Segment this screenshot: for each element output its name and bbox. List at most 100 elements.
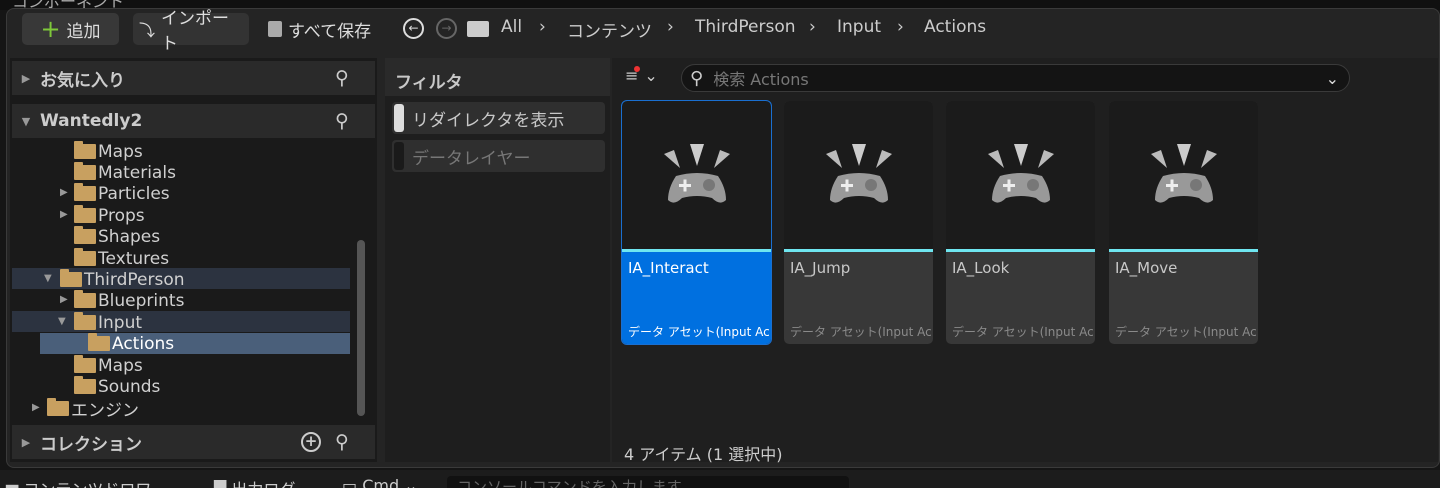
folder-icon (74, 183, 96, 201)
tree-item-engine[interactable]: エンジン (47, 398, 139, 421)
import-button[interactable]: ⤵ インポート (133, 9, 249, 54)
add-button[interactable]: + 追加 (22, 13, 119, 45)
expand-arrow-icon[interactable]: ▶ (12, 436, 40, 449)
tree-item-props[interactable]: Props (74, 205, 145, 226)
folder-open-icon (60, 269, 82, 287)
gamepad-icon (622, 101, 771, 249)
save-all-button[interactable]: すべて保存 (262, 13, 377, 45)
chevron-right-icon[interactable]: › (667, 17, 674, 37)
favorites-header[interactable]: ▶ お気に入り ⚲ (12, 61, 375, 95)
filter-label: データレイヤー (412, 148, 531, 169)
asset-name: IA_Move (1115, 259, 1178, 277)
tree-item-sounds[interactable]: Sounds (74, 376, 160, 397)
search-icon[interactable]: ⚲ (335, 110, 349, 132)
search-icon: ⚲ (690, 67, 704, 89)
console-input[interactable]: コンソールコマンドを入力します (447, 476, 849, 488)
asset-tile[interactable]: IA_Interact データ アセット(Input Ac... (621, 100, 772, 345)
tree-item-materials[interactable]: Materials (74, 162, 176, 183)
breadcrumb-all[interactable]: All (501, 17, 522, 37)
tree-item-input[interactable]: Input (74, 312, 142, 333)
search-icon[interactable]: ⚲ (335, 67, 349, 89)
expand-arrow-icon[interactable]: ▶ (60, 187, 68, 198)
expand-arrow-icon[interactable]: ▶ (60, 294, 68, 305)
chevron-right-icon[interactable]: › (539, 17, 546, 37)
asset-name: IA_Interact (628, 259, 709, 277)
expand-arrow-icon[interactable]: ▶ (60, 209, 68, 220)
breadcrumb-thirdperson[interactable]: ThirdPerson (695, 17, 796, 37)
output-log-label: 出力ログ (231, 480, 295, 488)
tree-item-particles[interactable]: Particles (74, 183, 170, 204)
tree-item-shapes[interactable]: Shapes (74, 226, 160, 247)
folder-icon (74, 376, 96, 394)
tree-label: Textures (98, 248, 170, 269)
search-icon[interactable]: ⚲ (335, 431, 349, 453)
tree-label: Shapes (98, 226, 161, 247)
collapse-arrow-icon[interactable]: ▼ (12, 115, 40, 128)
filter-toggle-on[interactable] (394, 104, 404, 132)
tree-item-maps-2[interactable]: Maps (74, 355, 143, 376)
filter-dropdown-icon[interactable]: ≡ ⌄ (625, 66, 658, 85)
search-placeholder: 検索 Actions (713, 70, 809, 89)
tree-scrollbar[interactable] (357, 240, 365, 416)
search-input[interactable]: ⚲ 検索 Actions ⌄ (681, 64, 1350, 92)
tree-label: Materials (98, 162, 176, 183)
folder-icon (74, 248, 96, 266)
console-icon: ▭ (342, 476, 358, 488)
drawer-icon: ▆ (6, 480, 18, 488)
filter-show-redirectors[interactable]: リダイレクタを表示 (392, 102, 605, 134)
asset-name: IA_Look (952, 259, 1010, 277)
folder-icon (467, 21, 489, 37)
console-placeholder: コンソールコマンドを入力します (457, 478, 682, 488)
tree-item-maps[interactable]: Maps (74, 141, 143, 162)
tree-item-thirdperson[interactable]: ThirdPerson (60, 269, 185, 290)
collections-header[interactable]: ▶ コレクション + ⚲ (12, 425, 375, 459)
expand-arrow-icon[interactable]: ▶ (32, 402, 40, 413)
tree-label: Props (98, 205, 145, 226)
tree-item-actions[interactable]: Actions (88, 333, 174, 354)
tree-label: エンジン (71, 401, 139, 421)
tree-item-textures[interactable]: Textures (74, 248, 169, 269)
collapse-arrow-icon[interactable]: ▼ (58, 316, 66, 327)
collections-label: コレクション (40, 434, 142, 455)
save-icon (268, 21, 282, 37)
breadcrumb-input[interactable]: Input (837, 17, 881, 37)
filters-title: フィルタ (385, 58, 610, 96)
bottom-bar: ▆ コンテンツドロワー ▀ 出力ログ ▭ Cmd ⌄ コンソールコマンドを入力し… (0, 470, 1440, 488)
output-log-button[interactable]: ▀ 出力ログ (214, 476, 295, 488)
folder-icon (74, 290, 96, 308)
tree-label: Maps (98, 355, 143, 376)
filter-label: リダイレクタを表示 (412, 110, 565, 131)
back-icon[interactable]: ← (403, 18, 424, 39)
breadcrumb-actions[interactable]: Actions (924, 17, 986, 37)
collapse-arrow-icon[interactable]: ▼ (44, 273, 52, 284)
asset-type: データ アセット(Input Ac... (628, 325, 771, 339)
gamepad-icon (1109, 101, 1258, 249)
filter-toggle-off[interactable] (394, 142, 404, 170)
save-all-label: すべて保存 (288, 21, 372, 42)
asset-tile[interactable]: IA_Jump データ アセット(Input Ac... (784, 101, 933, 344)
tree-item-blueprints[interactable]: Blueprints (74, 290, 184, 311)
chevron-down-icon[interactable]: ⌄ (1326, 69, 1339, 88)
project-header[interactable]: ▼ Wantedly2 ⚲ (12, 104, 375, 138)
chevron-right-icon[interactable]: › (809, 17, 816, 37)
breadcrumb-contents[interactable]: コンテンツ (567, 17, 652, 42)
expand-arrow-icon[interactable]: ▶ (12, 72, 40, 85)
folder-tree: Maps Materials ▶ Particles ▶ Props Shape… (12, 139, 358, 421)
asset-type: データ アセット(Input Ac... (790, 325, 933, 339)
item-count-status: 4 アイテム (1 選択中) (624, 445, 783, 464)
content-drawer-button[interactable]: ▆ コンテンツドロワー (6, 476, 167, 488)
gamepad-icon (946, 101, 1095, 249)
asset-name: IA_Jump (790, 259, 851, 277)
asset-tile[interactable]: IA_Move データ アセット(Input Ac... (1109, 101, 1258, 344)
cmd-dropdown[interactable]: ▭ Cmd ⌄ (342, 476, 418, 488)
drawer-label: コンテンツドロワー (23, 480, 167, 488)
folder-icon (74, 205, 96, 223)
asset-tile[interactable]: IA_Look データ アセット(Input Ac... (946, 101, 1095, 344)
chevron-right-icon[interactable]: › (897, 17, 904, 37)
filter-data-layers[interactable]: データレイヤー (392, 140, 605, 172)
folder-open-icon (74, 312, 96, 330)
favorites-label: お気に入り (40, 70, 125, 91)
folder-icon (47, 398, 69, 416)
forward-icon[interactable]: → (436, 18, 457, 39)
add-collection-icon[interactable]: + (301, 432, 321, 452)
